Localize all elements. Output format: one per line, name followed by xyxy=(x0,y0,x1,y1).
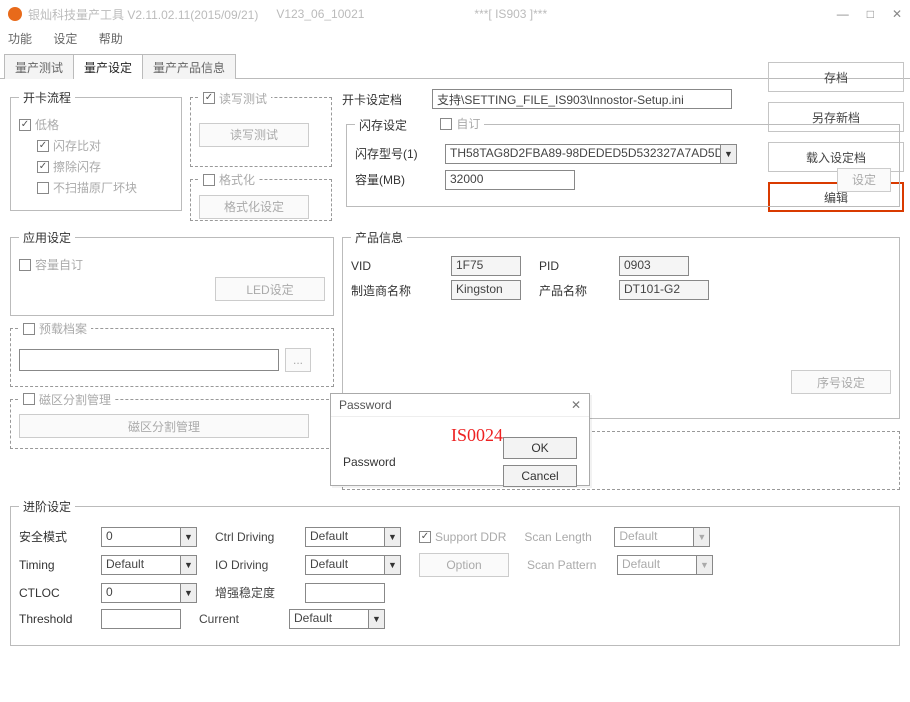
format-settings-button: 格式化设定 xyxy=(199,195,309,219)
partition-checkbox: 磁区分割管理 xyxy=(23,391,111,408)
current-label: Current xyxy=(199,612,279,626)
menu-settings[interactable]: 设定 xyxy=(53,32,77,46)
menu-help[interactable]: 帮助 xyxy=(99,32,123,46)
serial-settings-button: 序号设定 xyxy=(791,370,891,394)
flash-custom-checkbox: 自订 xyxy=(440,115,480,132)
vendor-field[interactable]: Kingston xyxy=(451,280,521,300)
chevron-down-icon[interactable]: ▼ xyxy=(721,144,737,164)
window-minimize[interactable]: — xyxy=(837,7,849,21)
preload-group: 预载档案 ... xyxy=(10,320,334,387)
capacity-input[interactable]: 32000 xyxy=(445,170,575,190)
product-name-label: 产品名称 xyxy=(539,282,619,299)
ctrl-driving-select[interactable]: Default▼ xyxy=(305,527,401,547)
scan-pattern-label: Scan Pattern xyxy=(527,558,607,572)
lowformat-checkbox: 低格 xyxy=(19,116,59,133)
tab-mp-settings[interactable]: 量产设定 xyxy=(73,54,143,79)
pid-label: PID xyxy=(539,259,619,273)
preload-checkbox: 预载档案 xyxy=(23,320,87,337)
dialog-cancel-button[interactable]: Cancel xyxy=(503,465,577,487)
menubar: 功能 设定 帮助 xyxy=(0,28,910,53)
scan-pattern-select: Default▼ xyxy=(617,555,713,575)
capacity-auto-checkbox: 容量自订 xyxy=(19,256,83,273)
dialog-ok-button[interactable]: OK xyxy=(503,437,577,459)
password-label: Password xyxy=(343,455,396,469)
flash-model-select[interactable]: TH58TAG8D2FBA89-98DEDED5D532327A7AD5D5▼ xyxy=(445,144,737,164)
ctrl-driving-label: Ctrl Driving xyxy=(215,530,295,544)
rw-test-group: 读写测试 读写测试 xyxy=(190,89,332,167)
window-close[interactable]: ✕ xyxy=(892,7,902,21)
config-file-label: 开卡设定档 xyxy=(342,91,432,108)
window-maximize[interactable]: □ xyxy=(867,7,874,21)
partition-button: 磁区分割管理 xyxy=(19,414,309,438)
app-version: V123_06_10021 xyxy=(276,7,364,21)
capacity-label: 容量(MB) xyxy=(355,171,445,188)
format-group: 格式化 格式化设定 xyxy=(190,171,332,221)
rw-test-checkbox: 读写测试 xyxy=(203,90,267,107)
stability-label: 增强稳定度 xyxy=(215,584,295,601)
app-icon xyxy=(8,7,22,21)
product-name-field[interactable]: DT101-G2 xyxy=(619,280,709,300)
erase-flash-checkbox: 擦除闪存 xyxy=(37,158,101,175)
titlebar: 银灿科技量产工具 V2.11.02.11(2015/09/21) V123_06… xyxy=(0,0,910,28)
password-dialog: Password ✕ IS0024 Password OK Cancel xyxy=(330,393,590,486)
app-settings-group: 应用设定 容量自订 LED设定 xyxy=(10,229,334,316)
advanced-settings-group: 进阶设定 安全模式 0▼ Ctrl Driving Default▼ Suppo… xyxy=(10,498,900,646)
product-info-group: 产品信息 VID 1F75 PID 0903 制造商名称 Kingston 产品… xyxy=(342,229,900,419)
option-button: Option xyxy=(419,553,509,577)
scan-length-label: Scan Length xyxy=(524,530,604,544)
menu-function[interactable]: 功能 xyxy=(8,32,32,46)
card-flow-legend: 开卡流程 xyxy=(19,89,75,106)
dialog-title: Password xyxy=(339,398,392,412)
pid-field[interactable]: 0903 xyxy=(619,256,689,276)
no-scan-bad-checkbox: 不扫描原厂坏块 xyxy=(37,179,137,196)
dialog-close-icon[interactable]: ✕ xyxy=(571,398,581,412)
partition-group: 磁区分割管理 磁区分割管理 xyxy=(10,391,334,450)
preload-browse-button: ... xyxy=(285,348,311,372)
vid-label: VID xyxy=(351,259,451,273)
flash-model-label: 闪存型号(1) xyxy=(355,145,445,162)
safe-mode-label: 安全模式 xyxy=(19,528,91,545)
timing-select[interactable]: Default▼ xyxy=(101,555,197,575)
io-driving-label: IO Driving xyxy=(215,558,295,572)
tab-product-info[interactable]: 量产产品信息 xyxy=(142,54,236,79)
stability-input[interactable] xyxy=(305,583,385,603)
timing-label: Timing xyxy=(19,558,91,572)
config-file-path[interactable]: 支持\SETTING_FILE_IS903\Innostor-Setup.ini xyxy=(432,89,732,109)
format-checkbox: 格式化 xyxy=(203,171,255,188)
app-title: 银灿科技量产工具 V2.11.02.11(2015/09/21) xyxy=(28,6,258,23)
tab-mp-test[interactable]: 量产测试 xyxy=(4,54,74,79)
vendor-label: 制造商名称 xyxy=(351,282,451,299)
card-flow-group: 开卡流程 低格 闪存比对 擦除闪存 不扫描原厂坏块 xyxy=(10,89,182,211)
current-select[interactable]: Default▼ xyxy=(289,609,385,629)
flash-set-button: 设定 xyxy=(837,168,891,192)
io-driving-select[interactable]: Default▼ xyxy=(305,555,401,575)
dialog-code: IS0024 xyxy=(451,425,503,446)
rw-test-button: 读写测试 xyxy=(199,123,309,147)
threshold-input[interactable] xyxy=(101,609,181,629)
vid-field[interactable]: 1F75 xyxy=(451,256,521,276)
ctloc-select[interactable]: 0▼ xyxy=(101,583,197,603)
preload-path-input xyxy=(19,349,279,371)
scan-length-select: Default▼ xyxy=(614,527,710,547)
device-tag: ***[ IS903 ]*** xyxy=(474,7,547,21)
flash-settings-group: 闪存设定 自订 闪存型号(1) TH58TAG8D2FBA89-98DEDED5… xyxy=(346,115,900,207)
threshold-label: Threshold xyxy=(19,612,91,626)
safe-mode-select[interactable]: 0▼ xyxy=(101,527,197,547)
ctloc-label: CTLOC xyxy=(19,586,91,600)
led-settings-button: LED设定 xyxy=(215,277,325,301)
support-ddr-checkbox: Support DDR xyxy=(419,530,506,544)
flash-compare-checkbox: 闪存比对 xyxy=(37,137,101,154)
